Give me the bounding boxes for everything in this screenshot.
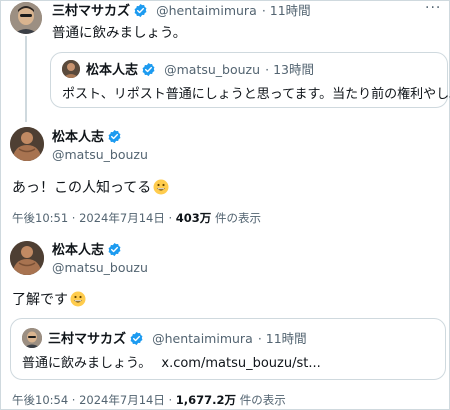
quoted-handle[interactable]: @matsu_bouzu — [164, 62, 260, 77]
views-label: 件の表示 — [214, 211, 261, 225]
quoted-handle[interactable]: @hentaimimura — [152, 331, 253, 346]
tweet-text: 了解です — [12, 292, 68, 308]
user-handle[interactable]: @matsu_bouzu — [52, 147, 148, 162]
verified-badge-icon — [133, 3, 148, 18]
quoted-time[interactable]: 13時間 — [273, 62, 314, 77]
views-count: 403万 — [175, 211, 212, 225]
tweet-timestamp[interactable]: 午後10:51 · 2024年7月14日 · — [12, 211, 176, 225]
verified-badge-icon — [141, 62, 156, 77]
views-label: 件の表示 — [239, 393, 286, 407]
quoted-display-name[interactable]: 三村マサカズ — [48, 332, 126, 347]
grinning-face-emoji — [153, 179, 169, 195]
tweet-text: 普通に飲みましょう。 — [52, 25, 187, 41]
thread-line — [25, 36, 27, 122]
quoted-time[interactable]: 11時間 — [266, 331, 307, 346]
more-dots-icon[interactable]: ··· — [425, 0, 441, 16]
tweet-text: あっ！この人知ってる — [12, 180, 152, 196]
grinning-face-emoji — [70, 291, 86, 307]
display-name[interactable]: 松本人志 — [52, 130, 104, 145]
display-name[interactable]: 三村マサカズ — [52, 4, 130, 19]
views-count: 1,677.2万 — [175, 393, 237, 407]
display-name[interactable]: 松本人志 — [52, 243, 104, 258]
tweet-time[interactable]: 11時間 — [270, 3, 311, 18]
avatar-matsumoto[interactable] — [10, 241, 44, 275]
verified-badge-icon — [129, 331, 144, 346]
tweet-timestamp[interactable]: 午後10:54 · 2024年7月14日 · — [12, 393, 176, 407]
user-handle[interactable]: @matsu_bouzu — [52, 260, 148, 275]
quoted-display-name[interactable]: 松本人志 — [86, 63, 138, 78]
quoted-text: 普通に飲みましょう。 — [22, 356, 152, 371]
quoted-text: ポスト、リポスト普通にしょうと思ってます。当たり前の権利やし。 — [62, 87, 450, 102]
verified-badge-icon — [107, 242, 122, 257]
avatar-mimura-small[interactable] — [22, 328, 42, 348]
avatar-matsumoto[interactable] — [10, 127, 44, 161]
avatar-mimura[interactable] — [10, 2, 42, 34]
quoted-link[interactable]: x.com/matsu_bouzu/st... — [161, 356, 320, 371]
avatar-matsumoto-small[interactable] — [62, 60, 80, 78]
verified-badge-icon — [107, 129, 122, 144]
user-handle[interactable]: @hentaimimura — [156, 3, 257, 18]
